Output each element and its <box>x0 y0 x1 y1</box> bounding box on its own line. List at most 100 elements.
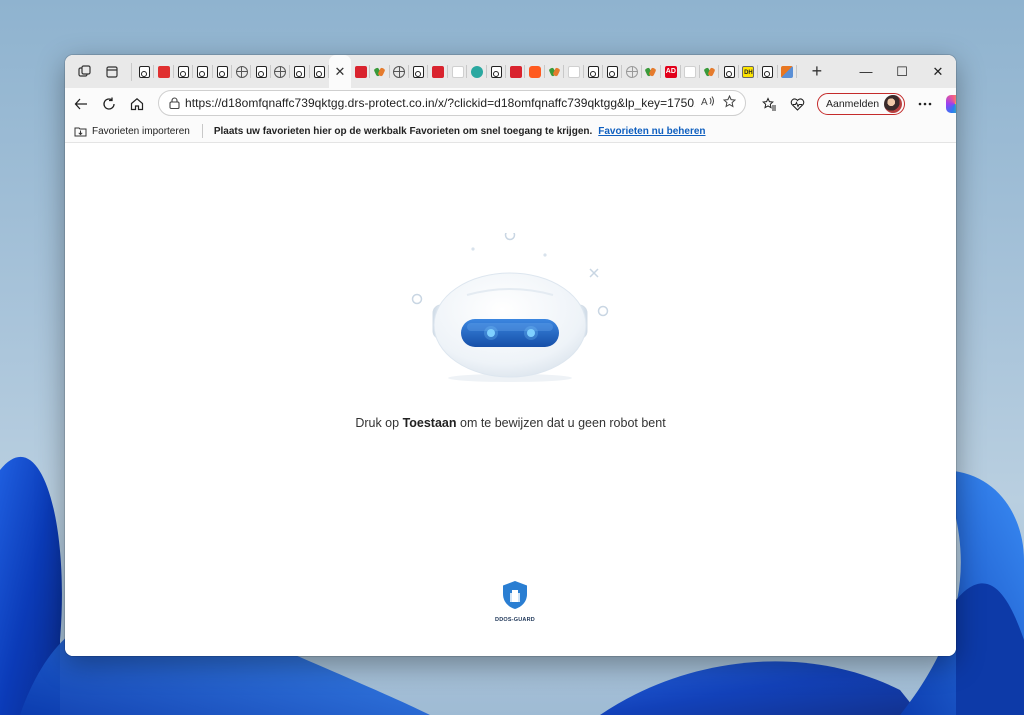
tab[interactable]: DH <box>739 55 759 88</box>
tab[interactable] <box>545 55 565 88</box>
copilot-icon <box>946 95 956 113</box>
address-bar-actions: A <box>701 94 737 111</box>
dh-favicon-icon: DH <box>742 65 755 78</box>
tab[interactable] <box>232 55 252 88</box>
home-icon <box>130 98 144 111</box>
tab[interactable] <box>154 55 175 88</box>
heart-pulse-icon <box>790 97 804 111</box>
tab[interactable] <box>642 55 662 88</box>
arrow-favicon-icon <box>645 66 657 78</box>
maximize-button[interactable]: ☐ <box>884 55 920 88</box>
vertical-tabs-icon <box>106 65 118 78</box>
prompt-allow-word: Toestaan <box>402 416 457 430</box>
tab-strip: ✕ AD DH + — ☐ ✕ <box>65 55 956 88</box>
globe-favicon-icon <box>393 65 406 78</box>
tab[interactable] <box>584 55 604 88</box>
tab[interactable] <box>487 55 507 88</box>
tab[interactable] <box>409 55 429 88</box>
tab[interactable] <box>700 55 720 88</box>
redsq-favicon-icon <box>509 65 522 78</box>
tab[interactable] <box>193 55 213 88</box>
tab[interactable] <box>251 55 272 88</box>
robot-check-prompt: Druk op Toestaan om te bewijzen dat u ge… <box>65 416 956 430</box>
tab[interactable] <box>448 55 468 88</box>
tab[interactable] <box>603 55 623 88</box>
signin-button[interactable]: Aanmelden <box>817 93 906 115</box>
tab[interactable] <box>719 55 740 88</box>
favorites-separator <box>201 124 203 138</box>
browser-window: ✕ AD DH + — ☐ ✕ https://d18omfqnaffc739qkt… <box>65 55 956 656</box>
tab[interactable] <box>390 55 410 88</box>
teal-favicon-icon <box>470 65 483 78</box>
refresh-button[interactable] <box>95 90 123 118</box>
copilot-button[interactable] <box>941 90 956 118</box>
doc-favicon-icon <box>255 65 267 78</box>
doc-favicon-icon <box>139 65 151 78</box>
tab[interactable] <box>271 55 291 88</box>
import-favorites-label: Favorieten importeren <box>92 125 190 137</box>
workspaces-icon <box>77 65 91 77</box>
home-button[interactable] <box>123 90 151 118</box>
close-window-button[interactable]: ✕ <box>920 55 956 88</box>
back-button[interactable] <box>67 90 95 118</box>
minimize-button[interactable]: — <box>848 55 884 88</box>
tab[interactable] <box>135 55 155 88</box>
globe-grey-favicon-icon <box>626 65 639 78</box>
doc-favicon-icon <box>587 65 599 78</box>
tab[interactable]: AD <box>661 55 681 88</box>
tab-actions-button[interactable] <box>99 59 125 85</box>
tab[interactable] <box>467 55 488 88</box>
read-aloud-icon[interactable]: A <box>701 95 715 111</box>
tab[interactable] <box>525 55 546 88</box>
tab[interactable] <box>681 55 701 88</box>
import-favorites-button[interactable]: Favorieten importeren <box>74 126 190 137</box>
doc-favicon-icon <box>490 65 502 78</box>
prompt-text-after: om te bewijzen dat u geen robot bent <box>456 416 666 430</box>
address-bar[interactable]: https://d18omfqnaffc739qktgg.drs-protect… <box>158 90 746 116</box>
settings-menu-button[interactable] <box>911 90 939 118</box>
tab-active[interactable]: ✕ <box>328 55 351 88</box>
import-folder-icon <box>74 127 87 136</box>
doc-favicon-icon <box>607 65 619 78</box>
tab-list: ✕ AD DH <box>135 55 798 88</box>
multi-favicon-icon <box>781 65 794 78</box>
prompt-text-before: Druk op <box>355 416 403 430</box>
tab[interactable] <box>370 55 391 88</box>
tab[interactable] <box>506 55 526 88</box>
tabstrip-separator <box>131 62 132 81</box>
workspaces-button[interactable] <box>71 59 97 85</box>
tab[interactable] <box>174 55 194 88</box>
favorites-bar-message: Plaats uw favorieten hier op de werkbalk… <box>213 125 593 137</box>
doc-favicon-icon <box>313 65 325 78</box>
tab[interactable] <box>564 55 584 88</box>
tab[interactable] <box>351 55 371 88</box>
white-favicon-icon <box>684 65 697 78</box>
white-favicon-icon <box>567 65 580 78</box>
arrow-favicon-icon <box>374 66 386 78</box>
favorites-button[interactable] <box>755 90 783 118</box>
close-tab-icon[interactable]: ✕ <box>334 64 345 80</box>
browser-essentials-button[interactable] <box>783 90 811 118</box>
ddos-guard-label: DDOS-GUARD <box>495 617 535 623</box>
favorite-star-icon[interactable] <box>722 94 737 111</box>
favorites-list-icon <box>761 97 776 111</box>
browser-toolbar: https://d18omfqnaffc739qktgg.drs-protect… <box>65 88 956 120</box>
tab[interactable] <box>213 55 233 88</box>
tab[interactable] <box>428 55 449 88</box>
tab[interactable] <box>758 55 778 88</box>
url-text[interactable]: https://d18omfqnaffc739qktgg.drs-protect… <box>185 96 695 110</box>
tab[interactable] <box>310 55 330 88</box>
globe-favicon-icon <box>235 65 248 78</box>
tab[interactable] <box>778 55 798 88</box>
tab[interactable] <box>622 55 643 88</box>
doc-favicon-icon <box>216 65 228 78</box>
refresh-icon <box>103 97 115 110</box>
avatar <box>884 95 903 113</box>
tab[interactable] <box>290 55 310 88</box>
doc-favicon-icon <box>197 65 209 78</box>
manage-favorites-link[interactable]: Favorieten nu beheren <box>598 126 705 137</box>
new-tab-button[interactable]: + <box>805 61 829 82</box>
site-info-icon[interactable] <box>163 97 185 109</box>
doc-favicon-icon <box>723 65 735 78</box>
window-controls: — ☐ ✕ <box>848 55 956 88</box>
